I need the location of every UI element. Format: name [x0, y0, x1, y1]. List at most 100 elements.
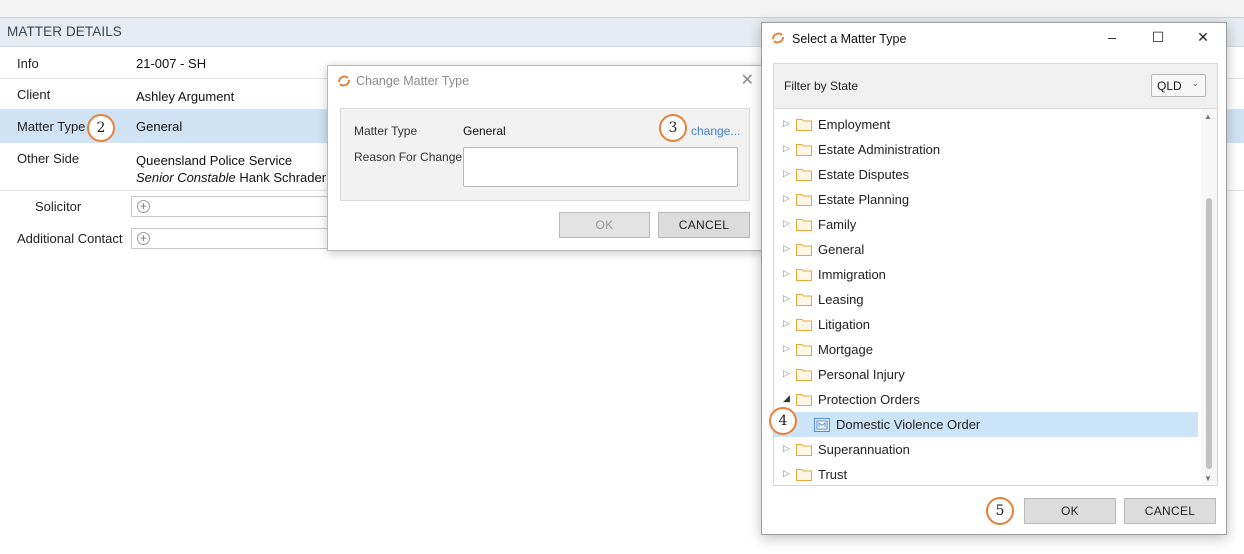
folder-icon [796, 218, 812, 231]
tree-item-label: Estate Disputes [818, 167, 910, 182]
callout-3: 3 [659, 114, 687, 142]
expand-arrow-icon[interactable]: ▷ [783, 193, 790, 204]
ok-button[interactable]: OK [1024, 498, 1116, 524]
callout-4: 4 [769, 407, 797, 435]
tree-item-label: Family [818, 217, 857, 232]
reason-input[interactable] [463, 147, 738, 187]
expand-arrow-icon[interactable]: ▷ [783, 268, 790, 279]
scroll-down-icon[interactable]: ▼ [1204, 474, 1212, 483]
callout-5: 5 [986, 497, 1014, 525]
change-link[interactable]: change... [691, 124, 740, 138]
additional-contact-field[interactable]: + [131, 228, 351, 249]
add-contact-icon[interactable]: + [137, 232, 150, 245]
tree-item-label: Mortgage [818, 342, 873, 357]
expand-arrow-icon[interactable]: ▷ [783, 368, 790, 379]
tree-item[interactable]: ▷ Superannuation [774, 437, 1198, 462]
tree-item[interactable]: ▷ General [774, 237, 1198, 262]
cancel-button[interactable]: CANCEL [1124, 498, 1216, 524]
tree-item[interactable]: ▷ Employment [774, 112, 1198, 137]
expand-arrow-icon[interactable]: ▷ [783, 343, 790, 354]
additional-contact-label: Additional Contact [17, 231, 123, 246]
expand-arrow-icon[interactable]: ▷ [783, 118, 790, 129]
other-side-label: Other Side [17, 151, 80, 166]
tree-item[interactable]: ◢ Protection Orders [774, 387, 1198, 412]
top-bar [0, 0, 1244, 17]
add-solicitor-icon[interactable]: + [137, 200, 150, 213]
app-logo-icon [772, 32, 784, 44]
expand-arrow-icon[interactable]: ▷ [783, 293, 790, 304]
tree-item-label: Superannuation [818, 442, 910, 457]
folder-icon [796, 393, 812, 406]
matter-type-icon [814, 418, 830, 432]
tree-item[interactable]: ▷ Leasing [774, 287, 1198, 312]
tree-item-label: Personal Injury [818, 367, 905, 382]
state-select[interactable]: QLD ⌄ [1151, 74, 1206, 97]
matter-type-field-label: Matter Type [354, 124, 418, 138]
tree-item[interactable]: ▷ Estate Disputes [774, 162, 1198, 187]
ok-button[interactable]: OK [559, 212, 650, 238]
info-value: 21-007 - SH [136, 56, 207, 71]
expand-arrow-icon[interactable]: ▷ [783, 318, 790, 329]
tree-item-label: Leasing [818, 292, 864, 307]
folder-icon [796, 293, 812, 306]
change-matter-type-dialog: Change Matter Type ✕ Matter Type General… [327, 65, 765, 251]
expanded-arrow-icon[interactable]: ◢ [783, 393, 790, 404]
dialog-title: Change Matter Type [356, 74, 470, 88]
tree-item[interactable]: ▷ Immigration [774, 262, 1198, 287]
change-form-panel: Matter Type General change... Reason For… [340, 108, 750, 201]
expand-arrow-icon[interactable]: ▷ [783, 468, 790, 479]
folder-icon [796, 368, 812, 381]
expand-arrow-icon[interactable]: ▷ [783, 243, 790, 254]
tree-item[interactable]: ▷ Estate Planning [774, 187, 1198, 212]
expand-arrow-icon[interactable]: ▷ [783, 143, 790, 154]
tree-item[interactable]: ▷ Family [774, 212, 1198, 237]
solicitor-field[interactable]: + [131, 196, 351, 217]
tree-item-label: General [818, 242, 865, 257]
dialog-title: Select a Matter Type [792, 32, 907, 46]
close-icon[interactable]: ✕ [1193, 29, 1213, 47]
other-side-contact: Senior Constable Hank Schrader [136, 169, 326, 186]
tree-item-label: Domestic Violence Order [836, 417, 981, 432]
chevron-down-icon: ⌄ [1191, 78, 1199, 88]
matter-type-value[interactable]: General [136, 119, 182, 134]
matter-type-label: Matter Type [17, 119, 86, 134]
folder-icon [796, 468, 812, 481]
tree-item[interactable]: ▷ Estate Administration [774, 137, 1198, 162]
tree-item-label: Trust [818, 467, 848, 482]
contact-name: Hank Schrader [239, 170, 327, 185]
client-label: Client [17, 87, 51, 102]
tree-item[interactable]: ▷ Litigation [774, 312, 1198, 337]
select-matter-type-dialog: Select a Matter Type – ☐ ✕ Filter by Sta… [761, 22, 1227, 535]
other-side-value[interactable]: Queensland Police Service Senior Constab… [136, 152, 326, 186]
folder-icon [796, 168, 812, 181]
tree-item-label: Estate Administration [818, 142, 941, 157]
reason-label: Reason For Change [354, 150, 463, 164]
other-side-organisation: Queensland Police Service [136, 153, 293, 168]
expand-arrow-icon[interactable]: ▷ [783, 168, 790, 179]
callout-2: 2 [87, 114, 115, 142]
tree-item[interactable]: ▷ Mortgage [774, 337, 1198, 362]
current-matter-type: General [463, 124, 506, 138]
tree-item[interactable]: ▷ Personal Injury [774, 362, 1198, 387]
minimize-icon[interactable]: – [1102, 29, 1122, 47]
folder-icon [796, 343, 812, 356]
contact-role: Senior Constable [136, 170, 236, 185]
tree-item[interactable]: ▷ Trust [774, 462, 1198, 485]
cancel-button[interactable]: CANCEL [658, 212, 750, 238]
state-value: QLD [1157, 79, 1182, 93]
scroll-thumb[interactable] [1206, 198, 1212, 469]
scroll-up-icon[interactable]: ▲ [1204, 112, 1212, 121]
close-icon[interactable]: ✕ [741, 70, 754, 90]
solicitor-label: Solicitor [35, 199, 82, 214]
client-value[interactable]: Ashley Argument [136, 89, 234, 104]
expand-arrow-icon[interactable]: ▷ [783, 218, 790, 229]
tree-item-label: Estate Planning [818, 192, 910, 207]
tree-item[interactable]: Domestic Violence Order [774, 412, 1198, 437]
folder-icon [796, 443, 812, 456]
folder-icon [796, 193, 812, 206]
matter-type-tree[interactable]: ▷ Trust ▷ Superannuation Domestic Violence O… [773, 109, 1218, 486]
tree-scrollbar[interactable]: ▲ ▼ [1201, 109, 1217, 485]
filter-bar: Filter by State QLD ⌄ [773, 63, 1218, 109]
expand-arrow-icon[interactable]: ▷ [783, 443, 790, 454]
maximize-icon[interactable]: ☐ [1148, 29, 1168, 47]
